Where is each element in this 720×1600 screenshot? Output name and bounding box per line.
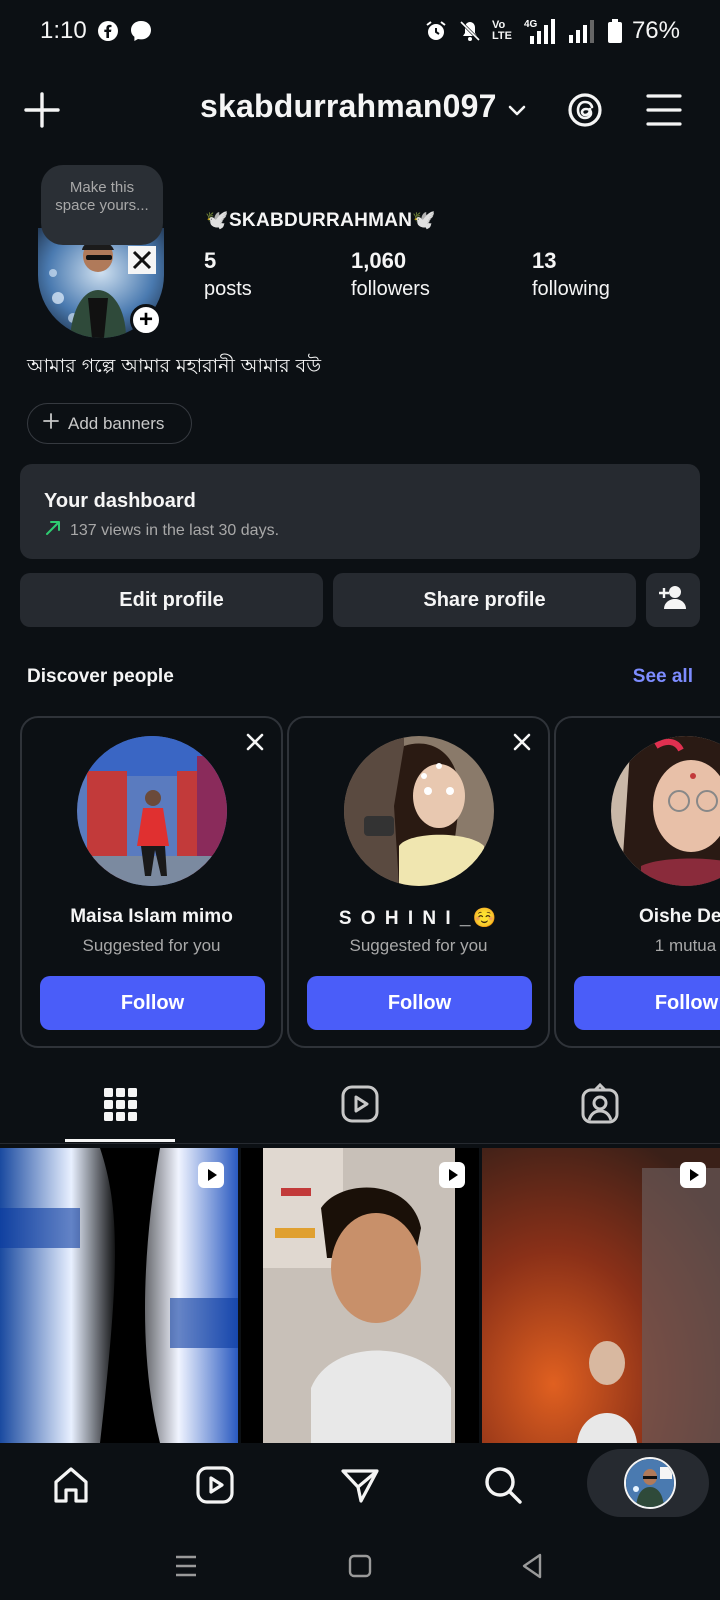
close-icon[interactable] (510, 730, 534, 754)
suggestion-card[interactable]: Oishe Dev 1 mutua Follow (554, 716, 720, 1048)
suggestion-avatar[interactable] (344, 736, 494, 886)
signal-2-icon (568, 19, 598, 43)
menu-icon[interactable] (644, 92, 684, 128)
reels-icon[interactable] (338, 1082, 382, 1126)
followers-count: 1,060 (351, 248, 407, 273)
home-square-icon[interactable] (344, 1551, 376, 1581)
search-icon[interactable] (479, 1461, 527, 1509)
following-count: 13 (532, 248, 557, 273)
signal-icon: 4G (524, 18, 558, 44)
suggestion-card[interactable]: Maisa Islam mimo Suggested for you Follo… (20, 716, 283, 1048)
discover-people-button[interactable] (646, 573, 700, 627)
following-stat[interactable]: 13 following (532, 248, 610, 301)
posts-label: posts (204, 278, 252, 300)
dashboard-subtitle: 137 views in the last 30 days. (70, 521, 280, 539)
suggestion-name: S O H I N I _☺️ (338, 908, 499, 929)
grid-icon[interactable] (98, 1082, 142, 1126)
suggestion-reason: Suggested for you (82, 936, 221, 955)
profile-tabs (0, 1072, 720, 1144)
add-banners-button[interactable]: Add banners (27, 403, 192, 444)
dashboard-title: Your dashboard (44, 490, 196, 512)
svg-text:4G: 4G (524, 19, 538, 30)
system-nav (0, 1533, 720, 1600)
follow-button[interactable]: Follow (307, 976, 532, 1030)
active-tab-indicator (65, 1139, 175, 1142)
account-switcher[interactable]: skabdurrahman097 (200, 88, 527, 125)
follow-button[interactable]: Follow (574, 976, 720, 1030)
messenger-icon (129, 20, 153, 42)
discover-header: Discover people See all (27, 666, 693, 688)
trend-up-icon (44, 519, 62, 542)
note-bubble[interactable]: Make this space yours... (41, 165, 163, 245)
post-thumbnail[interactable] (0, 1148, 238, 1443)
posts-count: 5 (204, 248, 217, 273)
follow-button[interactable]: Follow (40, 976, 265, 1030)
add-banners-label: Add banners (68, 413, 165, 433)
suggestion-reason: 1 mutua (654, 936, 717, 955)
profile-avatar[interactable] (624, 1457, 676, 1509)
mute-bell-icon (458, 19, 482, 43)
followers-label: followers (351, 278, 430, 300)
followers-stat[interactable]: 1,060 followers (351, 248, 430, 301)
note-text: Make this space yours... (55, 179, 149, 214)
alarm-icon (424, 19, 448, 43)
suggestion-card[interactable]: S O H I N I _☺️ Suggested for you Follow (287, 716, 550, 1048)
reel-badge-icon (439, 1162, 465, 1188)
suggestion-avatar[interactable] (611, 736, 720, 886)
posts-grid (0, 1148, 720, 1443)
post-thumbnail[interactable] (482, 1148, 720, 1443)
tagged-icon[interactable] (578, 1082, 622, 1126)
chevron-down-icon (507, 88, 527, 125)
battery-percent: 76% (631, 17, 680, 44)
following-label: following (532, 278, 610, 300)
battery-icon (607, 19, 622, 43)
dashboard-card[interactable]: Your dashboard 137 views in the last 30 … (20, 464, 700, 559)
discover-title: Discover people (27, 666, 174, 687)
suggestion-name: Maisa Islam mimo (70, 906, 233, 927)
suggestion-name: Oishe Dev (639, 906, 720, 927)
suggestion-reason: Suggested for you (349, 936, 488, 955)
status-right: Vo LTE 4G 76% (424, 17, 680, 45)
reel-badge-icon (680, 1162, 706, 1188)
bio: আমার গল্পে আমার মহারানী আমার বউ (27, 355, 322, 377)
profile-actions: Edit profile Share profile (20, 573, 700, 627)
threads-icon[interactable] (565, 90, 605, 130)
plus-icon[interactable] (22, 90, 62, 130)
dashboard-subtitle-row: 137 views in the last 30 days. (44, 519, 676, 542)
plus-small-icon (42, 412, 60, 435)
back-icon[interactable] (516, 1551, 548, 1581)
add-person-icon (658, 584, 688, 616)
recents-icon[interactable] (170, 1551, 202, 1581)
home-icon[interactable] (47, 1461, 95, 1509)
share-profile-button[interactable]: Share profile (333, 573, 636, 627)
edit-profile-button[interactable]: Edit profile (20, 573, 323, 627)
close-icon[interactable] (243, 730, 267, 754)
status-bar: 1:10 Vo LTE 4G 76% (0, 0, 720, 62)
reels-icon[interactable] (191, 1461, 239, 1509)
see-all-link[interactable]: See all (633, 666, 693, 688)
post-thumbnail[interactable] (241, 1148, 479, 1443)
suggestion-avatar[interactable] (77, 736, 227, 886)
username: skabdurrahman097 (200, 88, 497, 124)
volte-label: Vo LTE (491, 19, 512, 42)
discover-cards: Maisa Islam mimo Suggested for you Follo… (20, 716, 720, 1048)
facebook-icon (97, 20, 119, 42)
clock: 1:10 (40, 17, 87, 44)
display-name: 🕊️SKABDURRAHMAN🕊️ (205, 210, 437, 231)
bottom-nav (0, 1443, 720, 1533)
reel-badge-icon (198, 1162, 224, 1188)
add-story-icon[interactable]: + (130, 304, 162, 336)
profile-header: skabdurrahman097 (0, 80, 720, 140)
send-icon[interactable] (336, 1461, 384, 1509)
status-left: 1:10 (40, 17, 153, 45)
posts-stat[interactable]: 5 posts (204, 248, 252, 301)
